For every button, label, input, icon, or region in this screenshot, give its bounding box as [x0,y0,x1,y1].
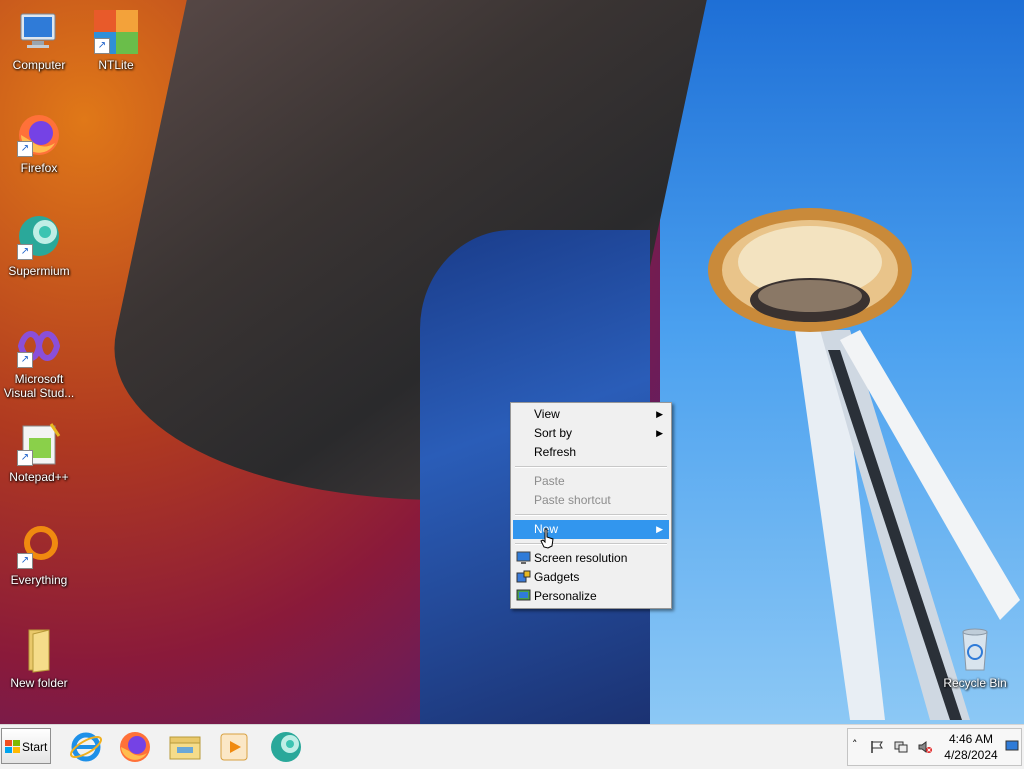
system-tray: ˄ 4:46 AM 4/28/2024 [847,728,1022,766]
submenu-arrow-icon: ▶ [656,524,663,534]
menu-item-label: Paste [534,474,565,488]
volume-muted-icon[interactable] [918,740,932,754]
submenu-arrow-icon: ▶ [656,428,663,438]
gadgets-icon [516,570,531,583]
shortcut-arrow-icon: ↗ [94,38,110,54]
desktop-icon-label: Recycle Bin [943,676,1007,690]
recycle-bin-icon [951,626,999,674]
desktop-icon-notepadpp[interactable]: ↗ Notepad++ [0,420,78,484]
desktop-icon-label: Notepad++ [9,470,69,484]
shortcut-arrow-icon: ↗ [17,450,33,466]
menu-item-new[interactable]: New ▶ [513,520,669,539]
menu-item-personalize[interactable]: Personalize [513,587,669,606]
folder-icon [15,626,63,674]
start-button[interactable]: Start [1,728,51,764]
menu-item-label: Screen resolution [534,551,628,565]
menu-separator [515,543,667,545]
firefox-icon[interactable] [117,729,153,765]
everything-icon: ↗ [15,523,63,571]
visual-studio-icon: ↗ [15,322,63,370]
desktop-icon-everything[interactable]: ↗ Everything [0,523,78,587]
submenu-arrow-icon: ▶ [656,409,663,419]
clock-date[interactable]: 4/28/2024 [938,748,1004,762]
desktop-icon-label: Supermium [8,264,70,278]
shortcut-arrow-icon: ↗ [17,244,33,260]
menu-item-refresh[interactable]: Refresh [513,443,669,462]
ntlite-icon: ↗ [92,8,140,56]
computer-icon [15,8,63,56]
taskbar: Start ˄ 4:46 AM 4/28/2024 [0,724,1024,769]
desktop[interactable]: Computer ↗ NTLite ↗ Firefox ↗ Supermium … [0,0,1024,724]
menu-item-label: Personalize [534,589,597,603]
supermium-icon: ↗ [15,214,63,262]
menu-item-gadgets[interactable]: Gadgets [513,568,669,587]
shortcut-arrow-icon: ↗ [17,553,33,569]
show-hidden-icons-chevron[interactable]: ˄ [852,738,866,752]
menu-item-label: Gadgets [534,570,580,584]
desktop-icon-label: New folder [10,676,68,690]
desktop-icon-firefox[interactable]: ↗ Firefox [0,111,78,175]
shortcut-arrow-icon: ↗ [17,141,33,157]
desktop-icon-visual-studio[interactable]: ↗ Microsoft Visual Stud... [0,322,78,400]
menu-item-label: Sort by [534,426,573,440]
windows-logo-icon [5,740,20,753]
notepadpp-icon: ↗ [15,420,63,468]
desktop-icon-new-folder[interactable]: New folder [0,626,78,690]
mouse-cursor-icon [540,528,554,549]
desktop-context-menu: View ▶ Sort by ▶ Refresh Paste Paste sho… [510,402,672,609]
menu-item-paste-shortcut: Paste shortcut [513,491,669,510]
firefox-icon: ↗ [15,111,63,159]
action-center-flag-icon[interactable] [870,740,884,754]
menu-separator [515,514,667,516]
desktop-icon-label: Microsoft Visual Stud... [3,372,75,400]
media-player-icon[interactable] [216,729,252,765]
menu-item-label: Paste shortcut [534,493,611,507]
file-explorer-icon[interactable] [167,729,203,765]
desktop-icon-computer[interactable]: Computer [0,8,78,72]
menu-separator [515,466,667,468]
desktop-icon-label: Computer [12,58,66,72]
internet-explorer-icon[interactable] [68,729,104,765]
menu-item-label: View [534,407,560,421]
clock-time[interactable]: 4:46 AM [938,732,1004,746]
start-label: Start [22,740,48,754]
menu-item-sort-by[interactable]: Sort by ▶ [513,424,669,443]
menu-item-paste: Paste [513,472,669,491]
network-icon[interactable] [894,740,908,754]
desktop-icon-ntlite[interactable]: ↗ NTLite [77,8,155,72]
personalize-icon [516,589,531,601]
shortcut-arrow-icon: ↗ [17,352,33,368]
desktop-icon-supermium[interactable]: ↗ Supermium [0,214,78,278]
menu-item-label: Refresh [534,445,577,459]
menu-item-screen-resolution[interactable]: Screen resolution [513,549,669,568]
show-desktop-icon[interactable] [1005,739,1019,753]
desktop-icon-label: Firefox [20,161,58,175]
screen-resolution-icon [516,551,531,564]
desktop-icon-recycle-bin[interactable]: Recycle Bin [936,626,1014,690]
desktop-icon-label: NTLite [98,58,134,72]
desktop-icon-label: Everything [10,573,68,587]
menu-item-view[interactable]: View ▶ [513,405,669,424]
supermium-icon[interactable] [268,729,304,765]
